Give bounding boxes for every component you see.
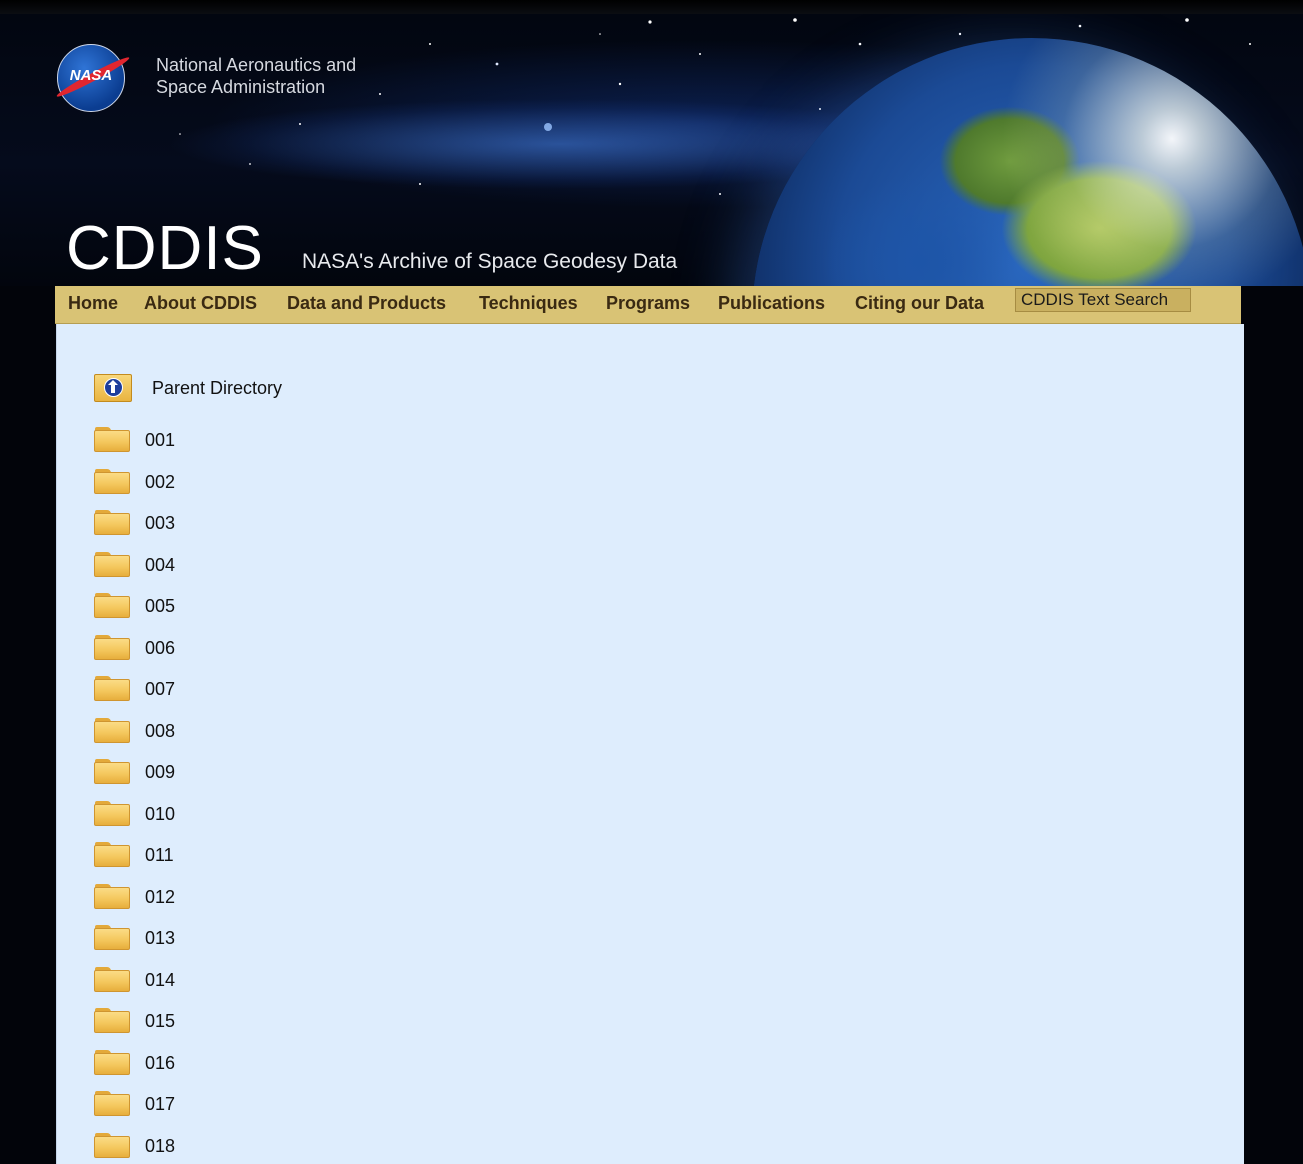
folder-icon bbox=[94, 675, 131, 702]
folder-icon bbox=[94, 1007, 131, 1034]
nav-programs[interactable]: Programs bbox=[606, 293, 690, 314]
directory-listing: Parent Directory 001 002 003 004 005 006 007 00… bbox=[56, 324, 1244, 1164]
page: NASA National Aeronautics and Space Admi… bbox=[0, 0, 1303, 1164]
nav-publications[interactable]: Publications bbox=[718, 293, 825, 314]
folder-icon bbox=[94, 509, 131, 536]
folder-icon bbox=[94, 883, 131, 910]
parent-directory-label: Parent Directory bbox=[152, 378, 283, 398]
folder-icon bbox=[94, 758, 131, 785]
folder-icon bbox=[94, 966, 131, 993]
directory-name: 001 bbox=[145, 430, 176, 450]
directory-name: 007 bbox=[145, 679, 176, 699]
directory-name: 013 bbox=[145, 928, 176, 948]
folder-icon bbox=[94, 551, 131, 578]
folder-icon bbox=[94, 924, 131, 951]
directory-name: 011 bbox=[145, 845, 174, 865]
agency-line-1: National Aeronautics and bbox=[156, 55, 357, 75]
nav-home[interactable]: Home bbox=[68, 293, 118, 314]
nav-about-cddis[interactable]: About CDDIS bbox=[144, 293, 257, 314]
directory-name: 015 bbox=[145, 1011, 176, 1031]
nasa-logo-text: NASA bbox=[69, 67, 113, 84]
site-title[interactable]: CDDIS bbox=[66, 214, 264, 284]
folder-icon bbox=[94, 468, 131, 495]
directory-name: 009 bbox=[145, 762, 176, 782]
folder-icon bbox=[94, 1049, 131, 1076]
up-arrow-folder-icon bbox=[94, 374, 132, 402]
folder-icon bbox=[94, 592, 131, 619]
directory-name: 016 bbox=[145, 1052, 176, 1073]
header-banner: NASA National Aeronautics and Space Admi… bbox=[0, 14, 1303, 286]
directory-name: 018 bbox=[145, 1135, 176, 1156]
agency-line-2: Space Administration bbox=[156, 77, 326, 97]
folder-icon bbox=[94, 717, 131, 744]
directory-name: 014 bbox=[145, 969, 176, 990]
directory-name: 010 bbox=[145, 803, 176, 824]
directory-name: 003 bbox=[145, 513, 176, 533]
folder-icon bbox=[94, 1090, 131, 1117]
directory-name: 008 bbox=[145, 720, 176, 741]
folder-icon bbox=[94, 800, 131, 827]
folder-icon bbox=[94, 841, 131, 868]
nav-techniques[interactable]: Techniques bbox=[479, 293, 578, 314]
nav-citing-our-data[interactable]: Citing our Data bbox=[855, 293, 984, 314]
folder-icon bbox=[94, 426, 131, 453]
site-subtitle: NASA's Archive of Space Geodesy Data bbox=[302, 250, 678, 273]
directory-name: 017 bbox=[145, 1094, 176, 1114]
top-strip bbox=[0, 0, 1303, 14]
main-nav: Home About CDDIS Data and Products Techn… bbox=[55, 286, 1241, 324]
folder-icon bbox=[94, 1132, 131, 1159]
folder-icon bbox=[94, 634, 131, 661]
nasa-logo[interactable]: NASA bbox=[54, 44, 132, 112]
text-search-button[interactable]: CDDIS Text Search bbox=[1015, 288, 1191, 312]
directory-name: 012 bbox=[145, 886, 176, 907]
directory-name: 004 bbox=[145, 554, 176, 575]
directory-name: 006 bbox=[145, 637, 176, 658]
nav-data-and-products[interactable]: Data and Products bbox=[287, 293, 446, 314]
agency-name: National Aeronautics and Space Administr… bbox=[156, 54, 356, 98]
directory-name: 002 bbox=[145, 471, 176, 492]
directory-name: 005 bbox=[145, 596, 176, 616]
